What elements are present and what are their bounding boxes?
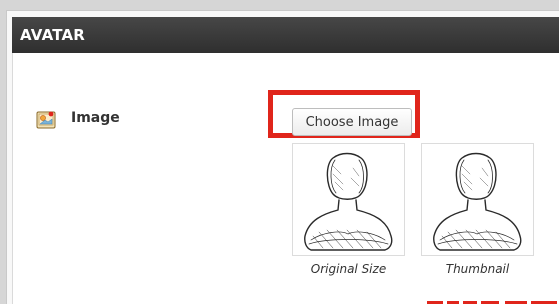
avatar-silhouette-icon <box>304 152 393 251</box>
panel-header: AVATAR <box>12 17 559 53</box>
original-size-preview <box>292 143 405 256</box>
image-icon <box>36 110 56 130</box>
panel-title: AVATAR <box>20 26 86 44</box>
thumbnail-preview <box>421 143 534 256</box>
choose-image-button[interactable]: Choose Image <box>292 108 412 136</box>
field-label: Image <box>71 110 120 126</box>
cropped-fragment <box>425 292 559 304</box>
avatar-silhouette-icon <box>433 152 522 251</box>
thumbnail-caption: Thumbnail <box>445 262 510 276</box>
original-size-caption: Original Size <box>310 262 387 276</box>
